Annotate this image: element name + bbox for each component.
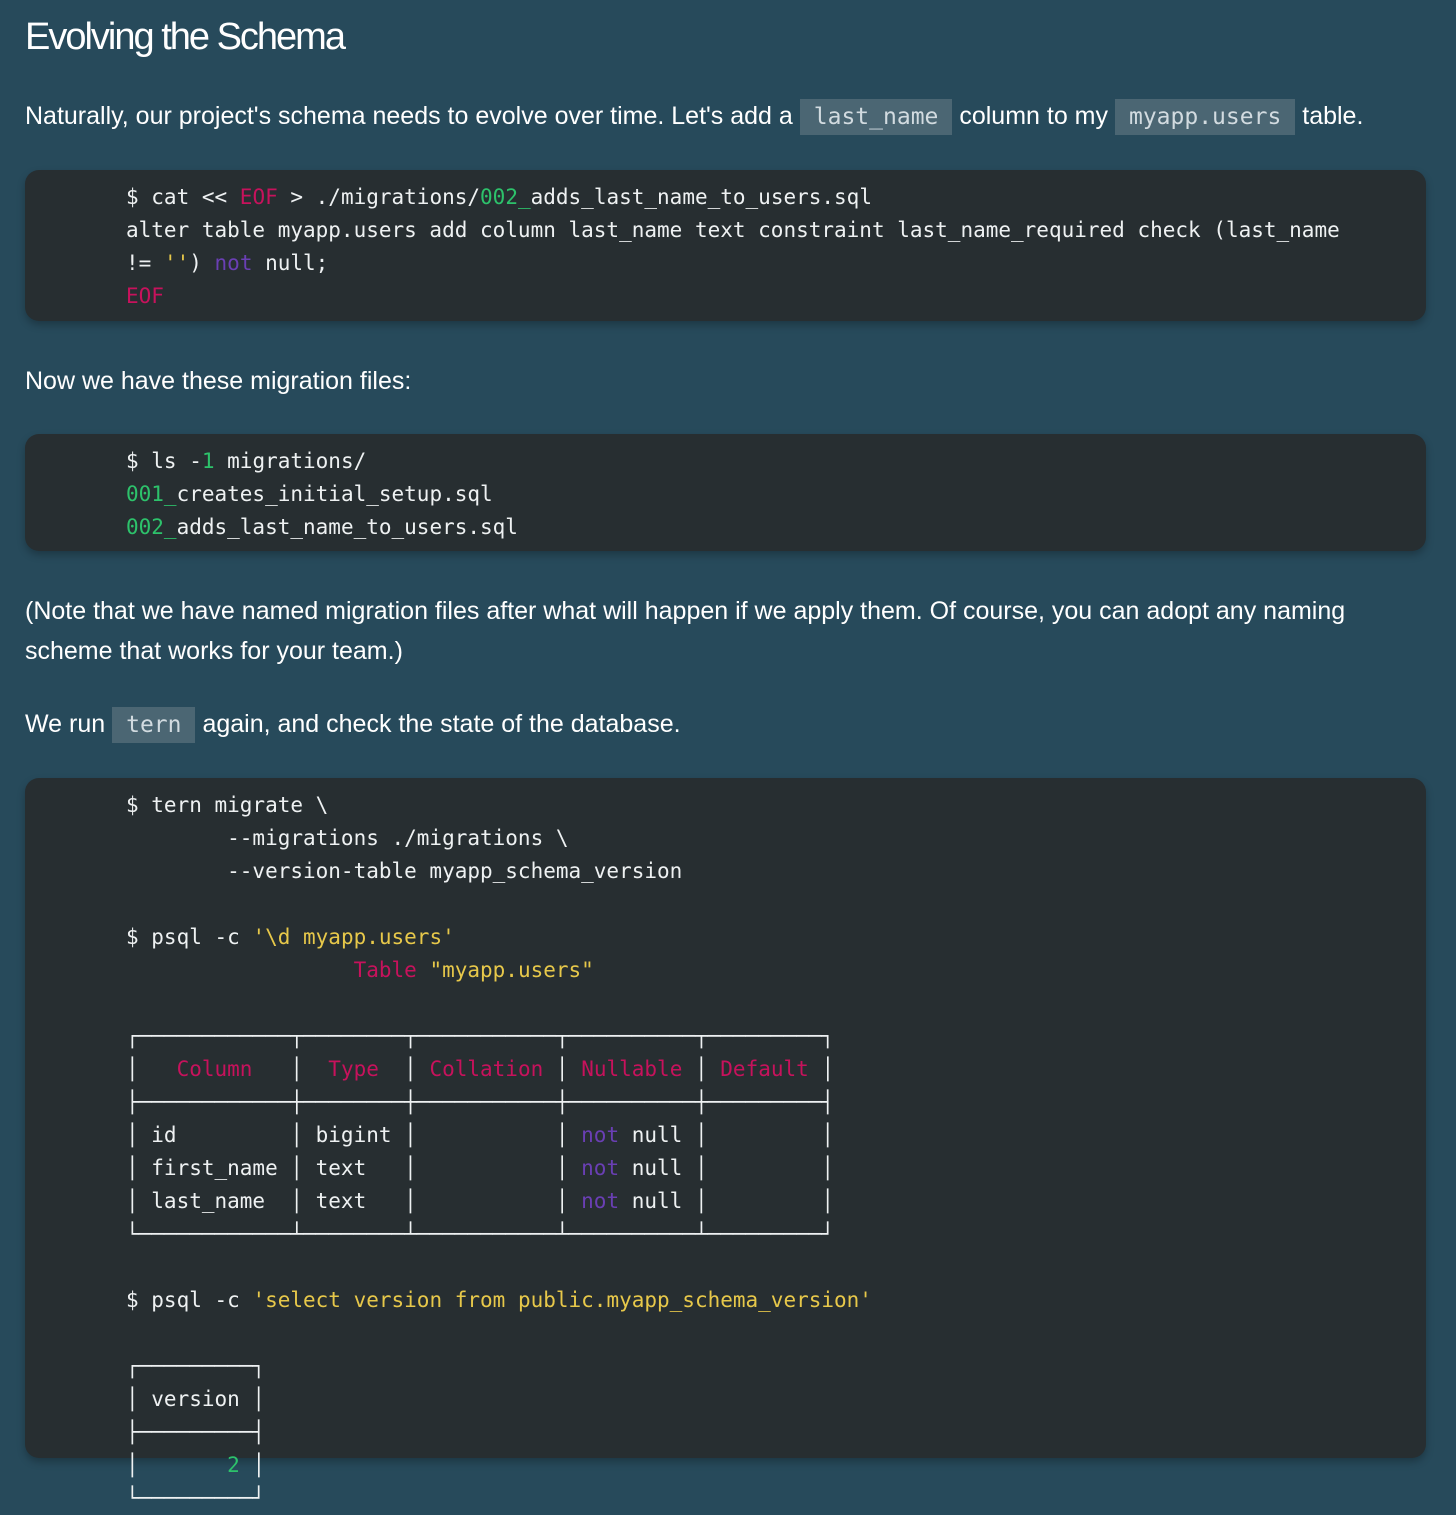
- code-line: 002_adds_last_name_to_users.sql: [126, 515, 518, 539]
- run-text-b: again, and check the state of the databa…: [202, 710, 681, 738]
- code-line: $ tern migrate \: [126, 793, 329, 817]
- code-line: --migrations ./migrations \: [126, 826, 569, 850]
- inline-code-tern: tern: [112, 707, 196, 743]
- naming-note-paragraph: (Note that we have named migration files…: [25, 597, 1346, 665]
- code-line: alter table myapp.users add column last_…: [126, 218, 1340, 242]
- run-tern-paragraph: We run tern again, and check the state o…: [25, 704, 1430, 745]
- intro-text-c: table.: [1302, 102, 1364, 130]
- version-table-border-top: ┌─────────┐: [126, 1354, 266, 1378]
- code-line: EOF: [126, 284, 164, 308]
- table-border-top: ┌────────────┬────────┬───────────┬─────…: [126, 1024, 835, 1048]
- code-block-create-migration: $ cat << EOF > ./migrations/002_adds_las…: [25, 170, 1426, 321]
- inline-code-last-name: last_name: [799, 99, 953, 135]
- version-table-separator: ├─────────┤: [126, 1420, 266, 1444]
- version-table-header: │ version │: [126, 1387, 266, 1411]
- run-text-a: We run: [25, 710, 106, 738]
- code-block-tern-migrate: $ tern migrate \ --migrations ./migratio…: [25, 778, 1426, 1510]
- code-line: Table "myapp.users": [353, 958, 594, 982]
- table-row: │ id │ bigint │ │ not null │ │: [126, 1123, 835, 1147]
- intro-text-a: Naturally, our project's schema needs to…: [25, 102, 793, 130]
- code-line: --version-table myapp_schema_version: [126, 859, 683, 883]
- table-row: │ last_name │ text │ │ not null │ │: [126, 1189, 835, 1213]
- code-line: $ cat << EOF > ./migrations/002_adds_las…: [126, 185, 872, 209]
- table-header-row: │ Column │ Type │ Collation │ Nullable │…: [126, 1057, 835, 1081]
- inline-code-myapp-users: myapp.users: [1114, 99, 1296, 135]
- code-line: $ psql -c 'select version from public.my…: [126, 1288, 872, 1312]
- migration-files-paragraph: Now we have these migration files:: [25, 367, 412, 395]
- table-border-separator: ├────────────┼────────┼───────────┼─────…: [126, 1090, 835, 1114]
- intro-text-b: column to my: [959, 102, 1109, 130]
- table-border-bottom: └────────────┴────────┴───────────┴─────…: [126, 1222, 835, 1246]
- intro-paragraph: Naturally, our project's schema needs to…: [25, 96, 1430, 137]
- code-line: $ ls -1 migrations/: [126, 449, 367, 473]
- code-line: 001_creates_initial_setup.sql: [126, 482, 493, 506]
- table-row: │ first_name │ text │ │ not null │ │: [126, 1156, 835, 1180]
- code-block-list-migrations: $ ls -1 migrations/ 001_creates_initial_…: [25, 434, 1426, 551]
- code-line: != '') not null;: [126, 251, 329, 275]
- section-heading: Evolving the Schema: [25, 16, 346, 58]
- code-line: $ psql -c '\d myapp.users': [126, 925, 455, 949]
- version-table-row: │ 2 │: [126, 1453, 266, 1477]
